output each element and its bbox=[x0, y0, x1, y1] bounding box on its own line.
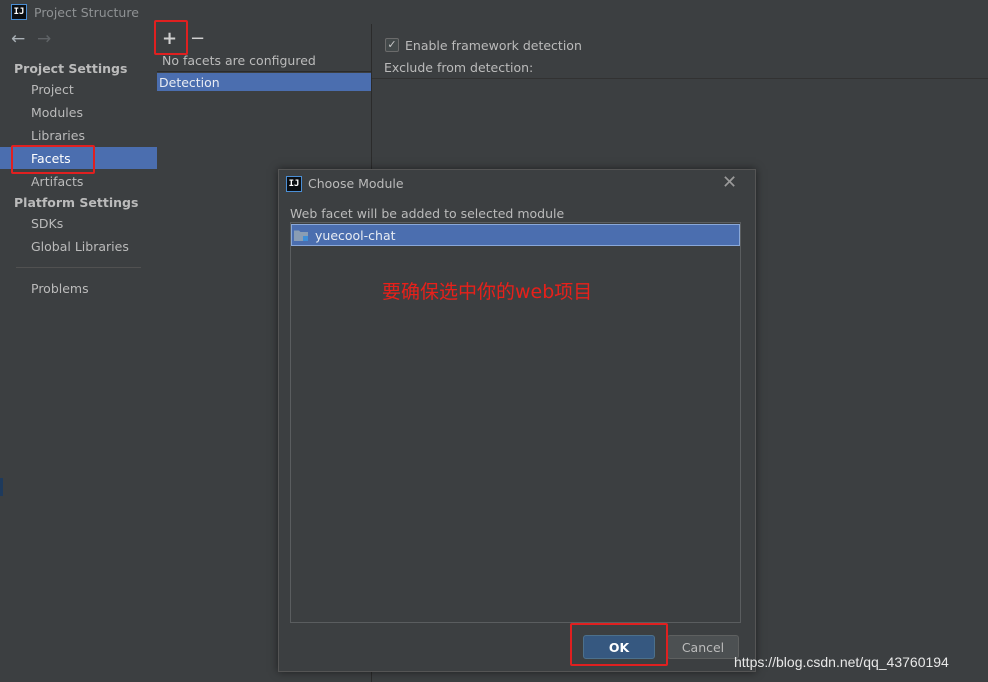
enable-detection-label[interactable]: Enable framework detection bbox=[405, 38, 582, 53]
sidebar-item-global-libraries[interactable]: Global Libraries bbox=[31, 239, 129, 254]
module-list-item-label: yuecool-chat bbox=[315, 228, 396, 243]
facets-divider bbox=[157, 71, 371, 72]
intellij-logo-icon: IJ bbox=[11, 4, 27, 20]
forward-arrow-icon[interactable]: → bbox=[37, 29, 51, 49]
watermark: https://blog.csdn.net/qq_43760194 bbox=[734, 654, 949, 670]
sidebar-divider bbox=[16, 267, 141, 268]
left-edge-marker bbox=[0, 478, 3, 496]
sidebar-item-artifacts[interactable]: Artifacts bbox=[31, 174, 83, 189]
sidebar-item-problems[interactable]: Problems bbox=[31, 281, 89, 296]
sidebar-item-sdks[interactable]: SDKs bbox=[31, 216, 63, 231]
sidebar-item-modules[interactable]: Modules bbox=[31, 105, 83, 120]
sidebar-item-libraries[interactable]: Libraries bbox=[31, 128, 85, 143]
annotation-text: 要确保选中你的web项目 bbox=[382, 281, 593, 303]
sidebar bbox=[0, 24, 158, 682]
back-arrow-icon[interactable]: ← bbox=[11, 29, 25, 49]
module-folder-icon bbox=[294, 230, 308, 241]
annotation-box-add bbox=[154, 20, 188, 55]
annotation-box-ok bbox=[570, 623, 668, 666]
platform-settings-header: Platform Settings bbox=[14, 195, 139, 210]
title-bar: IJ Project Structure bbox=[0, 0, 988, 24]
annotation-box-facets bbox=[11, 145, 95, 174]
facets-empty-text: No facets are configured bbox=[162, 53, 316, 68]
detection-list-item-label: Detection bbox=[159, 75, 220, 90]
remove-facet-button[interactable]: − bbox=[190, 28, 205, 49]
sidebar-item-project[interactable]: Project bbox=[31, 82, 74, 97]
window-title: Project Structure bbox=[34, 5, 139, 20]
dialog-intellij-logo-icon: IJ bbox=[286, 176, 302, 192]
exclude-from-detection-label: Exclude from detection: bbox=[384, 60, 534, 75]
enable-detection-checkbox[interactable]: ✓ bbox=[385, 38, 399, 52]
dialog-description: Web facet will be added to selected modu… bbox=[290, 206, 565, 221]
project-settings-header: Project Settings bbox=[14, 61, 128, 76]
close-icon[interactable]: ✕ bbox=[722, 172, 737, 193]
cancel-button[interactable]: Cancel bbox=[667, 635, 739, 659]
dialog-title: Choose Module bbox=[308, 176, 404, 191]
detection-divider bbox=[372, 78, 988, 79]
